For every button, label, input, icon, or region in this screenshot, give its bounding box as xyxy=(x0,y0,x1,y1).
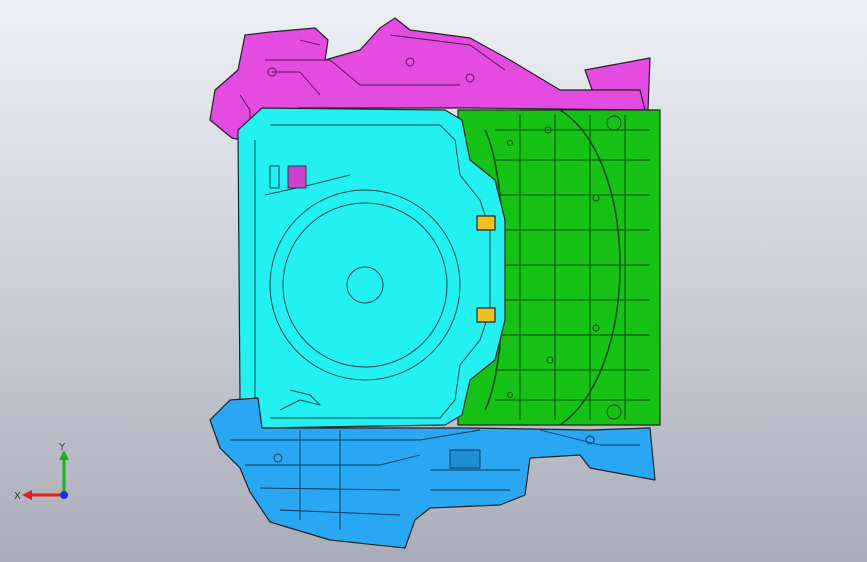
clip-lower xyxy=(476,307,496,323)
clip-upper xyxy=(476,215,496,231)
axis-triad: Y X xyxy=(14,442,69,502)
y-axis-label: Y xyxy=(58,442,66,453)
assembly-model[interactable] xyxy=(0,0,867,562)
z-axis-dot xyxy=(60,491,68,499)
x-axis-label: X xyxy=(14,491,21,502)
3d-viewport[interactable]: Y X xyxy=(0,0,867,562)
